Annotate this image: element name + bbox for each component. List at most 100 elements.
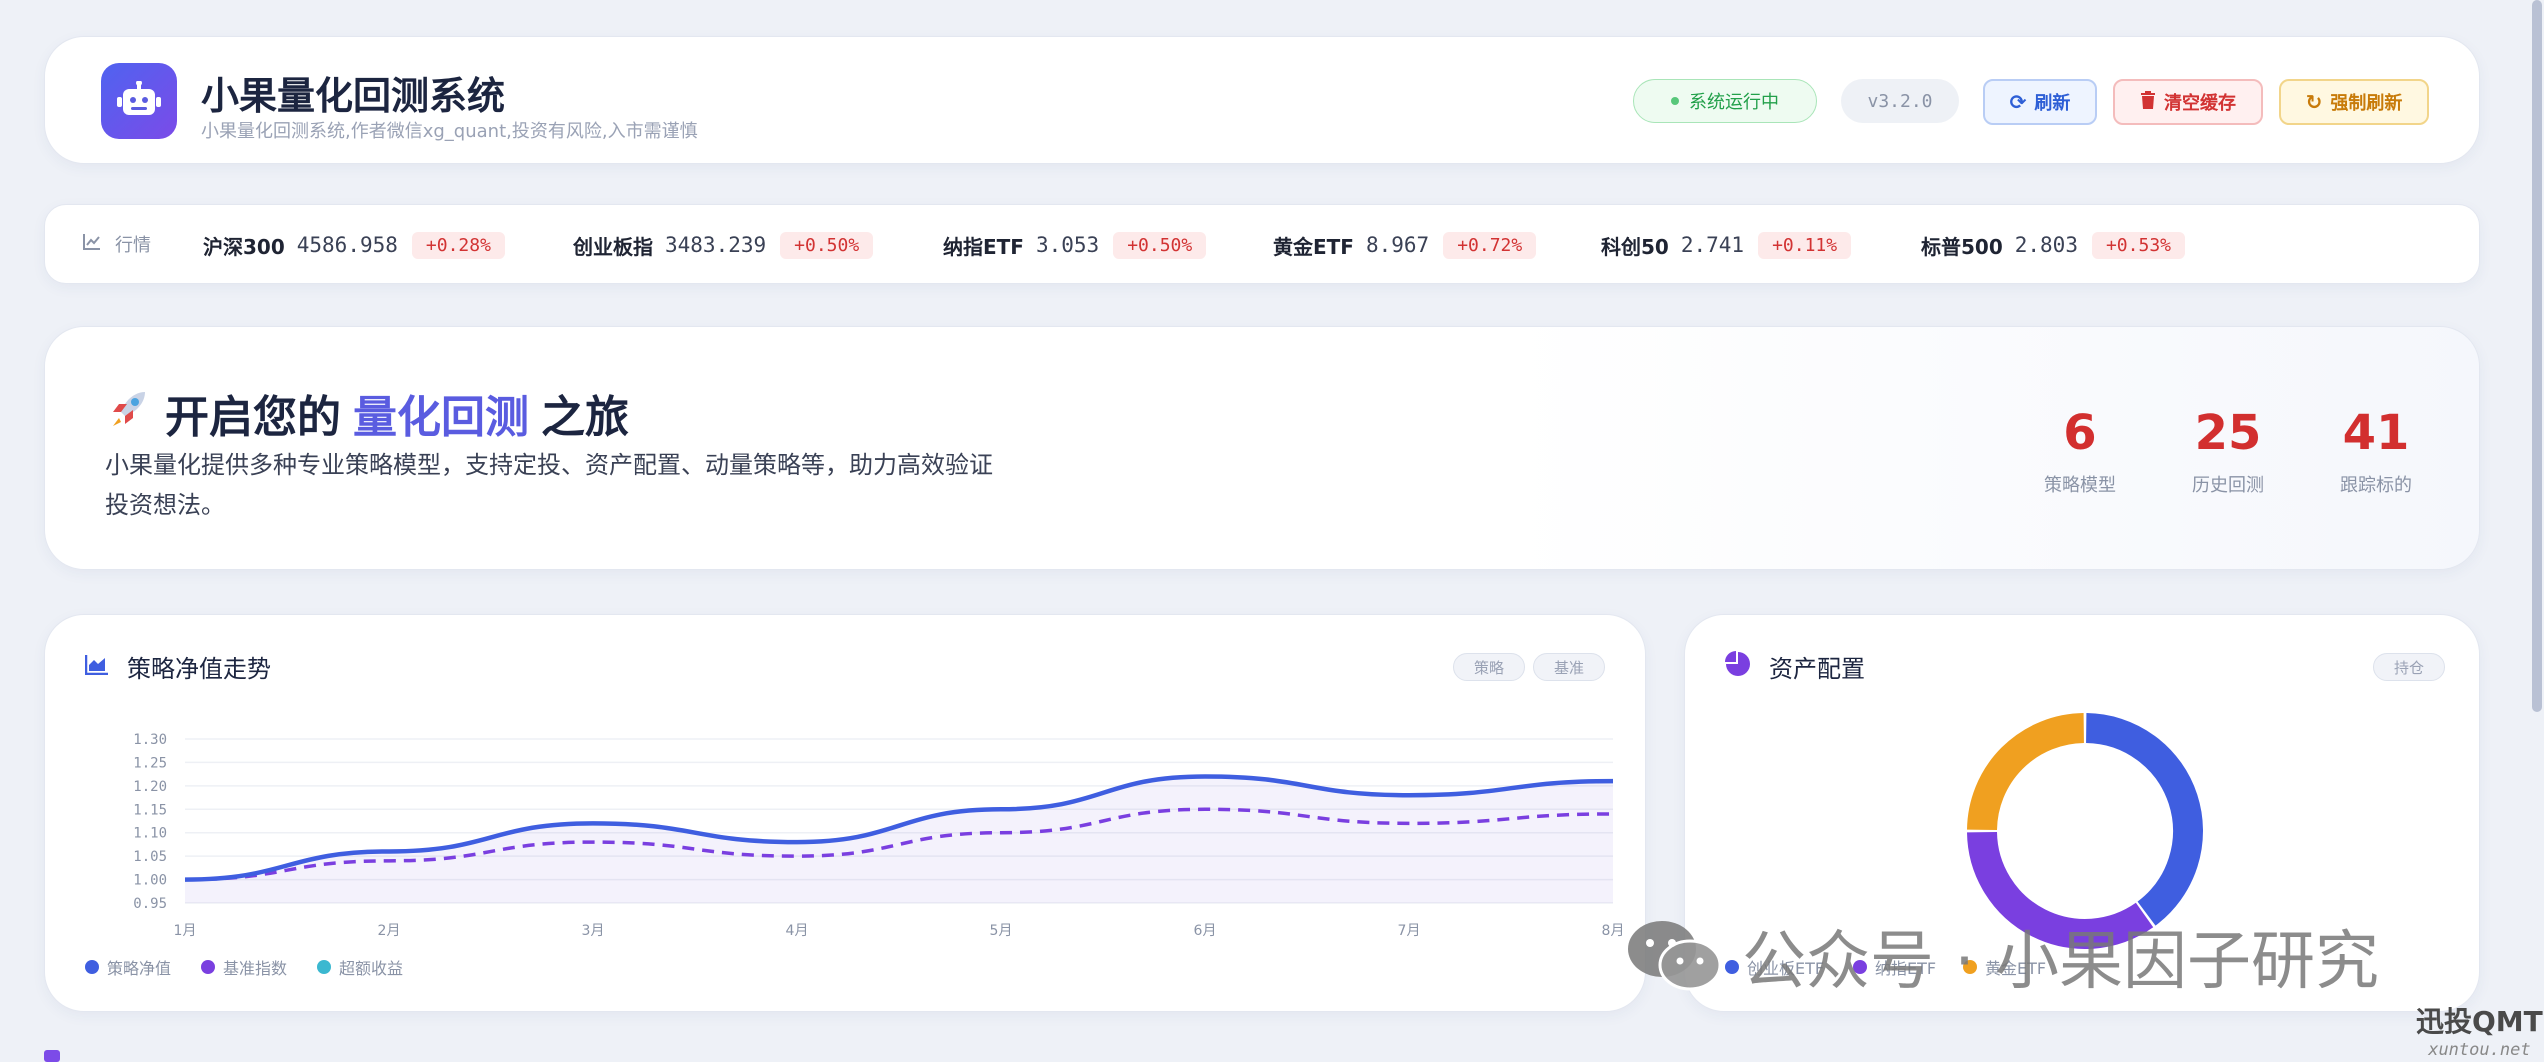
- ticker-change: +0.11%: [1758, 231, 1852, 259]
- ticker-change: +0.72%: [1443, 231, 1537, 259]
- ticker-price: 3483.239: [665, 233, 767, 257]
- legend-label: 超额收益: [339, 959, 404, 978]
- stat-label: 历史回测: [2192, 475, 2264, 496]
- clear-cache-button[interactable]: 清空缓存: [2113, 79, 2263, 125]
- y-tick-label: 1.20: [133, 779, 167, 795]
- market-ticker: 行情 沪深300 4586.958 +0.28% 创业板指 3483.239 +…: [44, 204, 2480, 284]
- ticker-label: 行情: [83, 231, 151, 257]
- robot-logo-icon: [101, 63, 177, 139]
- force-refresh-label: 强制刷新: [2330, 93, 2403, 114]
- legend-dot-icon: [201, 960, 215, 974]
- clear-cache-label: 清空缓存: [2164, 93, 2236, 114]
- wechat-icon: [1626, 919, 1722, 993]
- x-tick-label: 2月: [378, 923, 401, 939]
- ticker-item[interactable]: 创业板指 3483.239 +0.50%: [573, 229, 874, 261]
- corner-logo-url: xuntou.net: [2428, 1040, 2531, 1060]
- refresh-icon: ⟳: [2009, 90, 2027, 114]
- ticker-change: +0.28%: [411, 231, 505, 259]
- y-tick-label: 1.30: [133, 732, 167, 748]
- legend-strategy[interactable]: 策略净值: [85, 955, 171, 979]
- y-tick-label: 1.15: [133, 802, 167, 818]
- ticker-item[interactable]: 黄金ETF 8.967 +0.72%: [1273, 229, 1537, 261]
- ticker-name: 创业板指: [573, 234, 653, 259]
- ticker-price: 2.741: [1680, 233, 1745, 257]
- next-section-icon: [44, 1050, 60, 1062]
- ticker-name: 标普500: [1921, 234, 2003, 259]
- stat-label: 策略模型: [2044, 475, 2116, 496]
- version-badge: v3.2.0: [1841, 79, 1959, 123]
- legend-excess[interactable]: 超额收益: [317, 955, 403, 979]
- x-tick-label: 4月: [786, 923, 809, 939]
- hero-banner: 开启您的 量化回测 之旅 小果量化提供多种专业策略模型，支持定投、资产配置、动量…: [44, 326, 2480, 570]
- x-tick-label: 5月: [990, 923, 1013, 939]
- ticker-price: 4586.958: [296, 233, 398, 257]
- stat-label: 跟踪标的: [2340, 475, 2412, 496]
- ticker-price: 3.053: [1035, 233, 1100, 257]
- chip-benchmark[interactable]: 基准: [1533, 653, 1605, 681]
- x-tick-label: 6月: [1194, 923, 1217, 939]
- hero-title-suffix: 之旅: [541, 392, 629, 443]
- corner-logo-text: 迅投QMT: [2416, 1005, 2543, 1038]
- trash-icon: [2140, 90, 2156, 114]
- x-tick-label: 1月: [174, 923, 197, 939]
- legend-benchmark[interactable]: 基准指数: [201, 955, 287, 979]
- ticker-change: +0.50%: [1113, 231, 1207, 259]
- nav-chart-card: 策略净值走势 策略 基准 1.30 1.25 1.20 1.15 1.10 1.05 1.0…: [44, 614, 1646, 1012]
- ticker-change: +0.53%: [2091, 231, 2185, 259]
- ticker-price: 2.803: [2014, 233, 2078, 257]
- nav-line-chart: 1.30 1.25 1.20 1.15 1.10 1.05 1.00 0.95 1月 2月 3月 4月…: [133, 732, 1625, 939]
- x-tick-label: 7月: [1398, 923, 1421, 939]
- y-tick-label: 1.10: [133, 826, 167, 842]
- y-tick-label: 1.00: [133, 873, 167, 889]
- donut-slice-3[interactable]: [1967, 713, 2085, 831]
- status-badge: 系统运行中: [1633, 79, 1817, 123]
- legend-dot-icon: [85, 960, 99, 974]
- ticker-name: 沪深300: [203, 234, 285, 259]
- ticker-item[interactable]: 纳指ETF 3.053 +0.50%: [943, 229, 1207, 261]
- rotate-icon: ↻: [2305, 90, 2323, 114]
- pie-chart-icon: [1725, 650, 1751, 683]
- refresh-label: 刷新: [2034, 93, 2071, 114]
- ticker-item[interactable]: 沪深300 4586.958 +0.28%: [203, 229, 505, 261]
- status-text: 系统运行中: [1689, 92, 1779, 113]
- x-tick-label: 8月: [1602, 923, 1625, 939]
- ticker-title: 行情: [115, 235, 151, 256]
- ticker-price: 8.967: [1365, 233, 1430, 257]
- stat-backtests: 25 历史回测: [2163, 405, 2293, 497]
- legend-label: 基准指数: [223, 959, 288, 978]
- ticker-item[interactable]: 标普500 2.803 +0.53%: [1921, 229, 2185, 261]
- chart-line-icon: [83, 233, 101, 255]
- stat-value: 41: [2342, 405, 2410, 461]
- stat-strategies: 6 策略模型: [2015, 405, 2145, 497]
- app-title: 小果量化回测系统: [201, 74, 506, 118]
- stat-value: 25: [2194, 405, 2262, 461]
- donut-slice-1[interactable]: [2085, 713, 2203, 926]
- ticker-name: 纳指ETF: [943, 234, 1024, 259]
- y-tick-label: 0.95: [133, 896, 167, 912]
- ticker-item[interactable]: 科创50 2.741 +0.11%: [1601, 229, 1852, 261]
- refresh-button[interactable]: ⟳ 刷新: [1983, 79, 2097, 125]
- hero-title-highlight: 量化回测: [353, 392, 529, 443]
- legend-dot-icon: [317, 960, 331, 974]
- legend-label: 策略净值: [107, 959, 172, 978]
- force-refresh-button[interactable]: ↻ 强制刷新: [2279, 79, 2429, 125]
- hero-description: 小果量化提供多种专业策略模型，支持定投、资产配置、动量策略等，助力高效验证投资想…: [105, 451, 993, 519]
- xuntou-logo: 迅投QMT xuntou.net: [2416, 1000, 2543, 1060]
- vertical-scrollbar[interactable]: [2532, 0, 2542, 712]
- stat-tracked: 41 跟踪标的: [2311, 405, 2441, 497]
- alloc-chart-title-text: 资产配置: [1769, 655, 1865, 683]
- ticker-name: 科创50: [1601, 234, 1669, 259]
- chip-strategy[interactable]: 策略: [1453, 653, 1525, 681]
- nav-chart-title-text: 策略净值走势: [127, 655, 271, 683]
- status-dot-icon: [1671, 97, 1679, 105]
- ticker-name: 黄金ETF: [1273, 234, 1354, 259]
- hero-title: 开启您的 量化回测 之旅: [105, 381, 629, 445]
- ticker-change: +0.50%: [780, 231, 874, 259]
- x-tick-label: 3月: [582, 923, 605, 939]
- wechat-watermark: 公众号 · 小果因子研究: [1626, 910, 2379, 1002]
- alloc-chart-title: 资产配置: [1725, 649, 1865, 684]
- app-subtitle: 小果量化回测系统,作者微信xg_quant,投资有风险,入市需谨慎: [201, 121, 698, 142]
- chip-holdings[interactable]: 持仓: [2373, 653, 2445, 681]
- rocket-icon: [105, 384, 153, 443]
- stat-value: 6: [2063, 405, 2097, 461]
